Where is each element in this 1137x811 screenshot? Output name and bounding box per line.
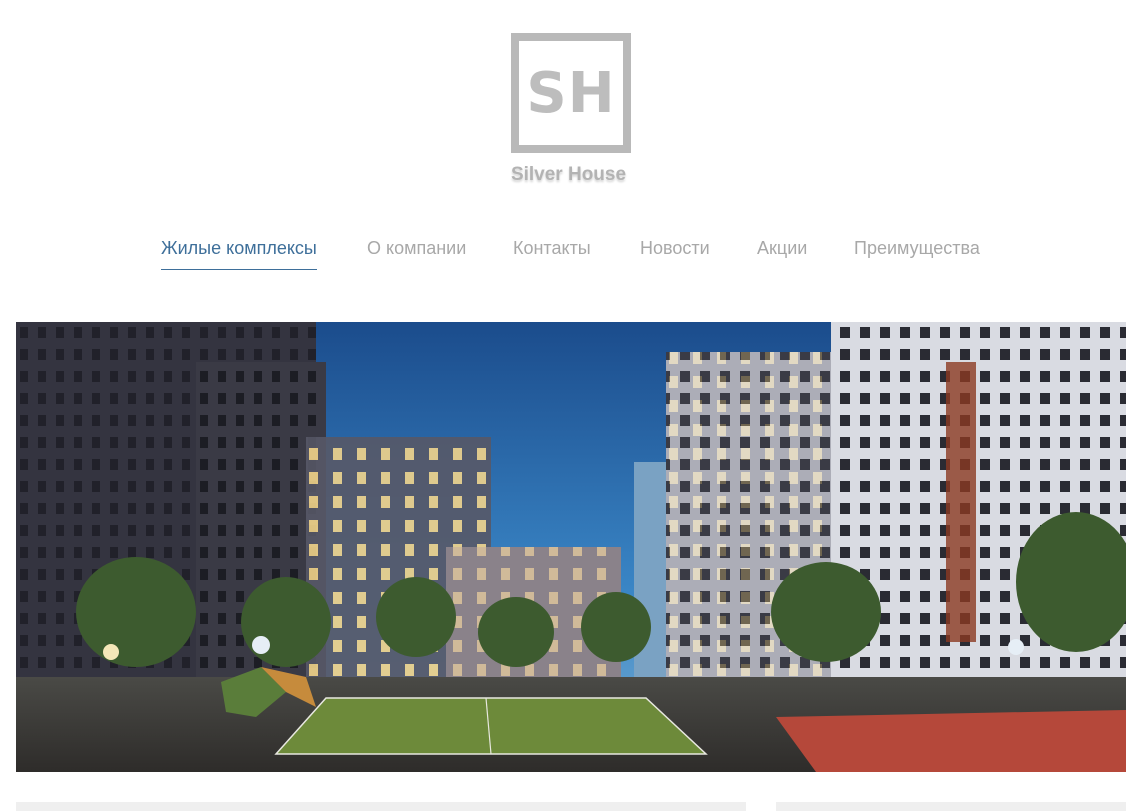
- content-card-left: [16, 802, 746, 811]
- content-card-right: [776, 802, 1126, 811]
- nav-item-promotions[interactable]: Акции: [757, 238, 807, 269]
- nav-item-advantages[interactable]: Преимущества: [854, 238, 980, 269]
- logo-letters: SH: [526, 60, 616, 126]
- logo[interactable]: SH: [511, 33, 631, 153]
- main-nav: Жилые комплексы О компании Контакты Ново…: [0, 238, 1137, 278]
- nav-item-news[interactable]: Новости: [640, 238, 710, 269]
- brand-name: Silver House: [510, 164, 627, 185]
- hero-image: [16, 322, 1126, 772]
- nav-item-residential-complexes[interactable]: Жилые комплексы: [161, 238, 317, 270]
- hero-illustration: [16, 322, 1126, 772]
- nav-item-contacts[interactable]: Контакты: [513, 238, 591, 269]
- nav-item-about-company[interactable]: О компании: [367, 238, 466, 269]
